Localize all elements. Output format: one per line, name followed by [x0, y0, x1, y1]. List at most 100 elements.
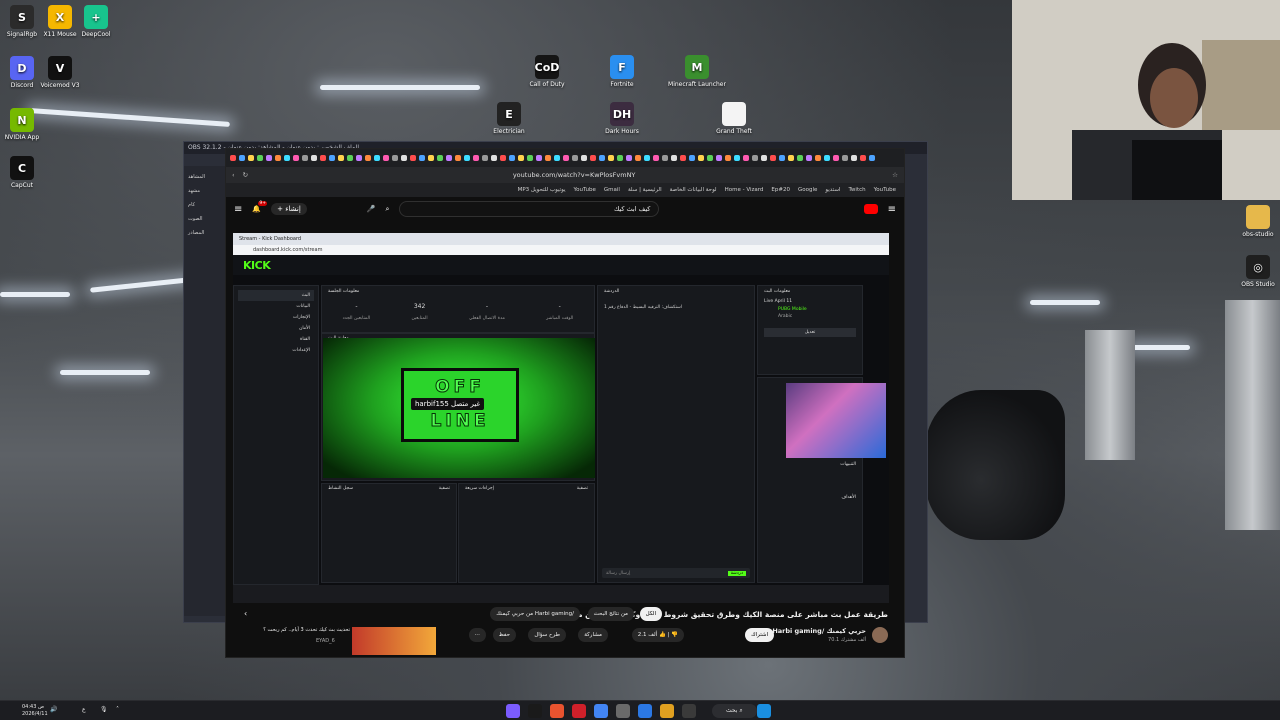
desktop-shortcut[interactable]: DH Dark Hours — [593, 102, 651, 135]
side-menu-item[interactable]: الأهداف — [764, 481, 856, 514]
browser-tab[interactable] — [518, 155, 524, 161]
url-text[interactable]: youtube.com/watch?v=KwPlosFvmNY — [256, 171, 892, 179]
taskbar-app-icon[interactable] — [682, 704, 696, 718]
filter-channel-chip[interactable]: من حربي كيمنك Harbi gaming/ — [490, 607, 580, 621]
browser-tabs[interactable] — [226, 149, 904, 167]
kick-nav-item[interactable]: القناة — [238, 334, 314, 345]
browser-tab[interactable] — [446, 155, 452, 161]
browser-tab[interactable] — [707, 155, 713, 161]
browser-tab[interactable] — [599, 155, 605, 161]
desktop-shortcut[interactable]: CoD Call of Duty — [518, 55, 576, 88]
chat-send-button[interactable]: دردشة — [727, 570, 746, 576]
browser-tab[interactable] — [293, 155, 299, 161]
browser-tab[interactable] — [473, 155, 479, 161]
tray-chevron-icon[interactable]: ˄ — [116, 706, 119, 713]
taskbar-app-icon[interactable] — [528, 704, 542, 718]
browser-tab[interactable] — [644, 155, 650, 161]
taskbar-app-icon[interactable] — [550, 704, 564, 718]
obs-sidebar-item[interactable]: المشاهد — [188, 170, 222, 184]
browser-tab[interactable] — [383, 155, 389, 161]
bookmark-item[interactable]: يوتيوب للتحويل MP3 — [518, 187, 566, 193]
browser-tab[interactable] — [464, 155, 470, 161]
kick-nav-item[interactable]: الأمان — [238, 323, 314, 334]
recommended-title[interactable]: تحديث بث كيك تحدث 3 أيام.. كم ربحت ؟ — [256, 627, 350, 633]
filter-button-2[interactable]: تصفية — [577, 486, 588, 491]
bookmark-item[interactable]: الرئيسية | سلة — [628, 187, 662, 193]
chips-arrow-icon[interactable]: ‹ — [244, 609, 247, 618]
browser-tab[interactable] — [617, 155, 623, 161]
clock-date[interactable]: 2026/4/11 — [22, 711, 48, 717]
bookmark-item[interactable]: Home - Vizard — [725, 187, 764, 193]
browser-tab[interactable] — [248, 155, 254, 161]
obs-sidebar-item[interactable]: المصادر — [188, 226, 222, 240]
browser-tab[interactable] — [815, 155, 821, 161]
browser-tab[interactable] — [437, 155, 443, 161]
browser-tab[interactable] — [374, 155, 380, 161]
browser-tab[interactable] — [698, 155, 704, 161]
browser-tab[interactable] — [761, 155, 767, 161]
browser-tab[interactable] — [545, 155, 551, 161]
kick-nav-item[interactable]: الإنجازات — [238, 312, 314, 323]
taskbar-app-icon[interactable] — [594, 704, 608, 718]
browser-tab[interactable] — [797, 155, 803, 161]
browser-tab[interactable] — [770, 155, 776, 161]
browser-tab[interactable] — [851, 155, 857, 161]
bookmark-item[interactable]: Ep#20 — [771, 187, 790, 193]
browser-tab[interactable] — [752, 155, 758, 161]
channel-name[interactable]: Harbi gaming/ حربي كيمنك — [772, 627, 866, 635]
bookmark-item[interactable]: استديو — [825, 187, 840, 193]
edit-button[interactable]: تعديل — [764, 328, 856, 337]
search-input[interactable]: كيف ابث كيك — [399, 201, 660, 217]
chat-input[interactable]: إرسال رسالة — [606, 571, 630, 576]
recommended-thumbnail[interactable] — [352, 627, 436, 655]
start-icon[interactable] — [757, 704, 771, 718]
browser-tab[interactable] — [833, 155, 839, 161]
browser-tab[interactable] — [716, 155, 722, 161]
browser-tab[interactable] — [356, 155, 362, 161]
obs-sidebar-item[interactable]: الصوت — [188, 212, 222, 226]
create-button[interactable]: + إنشاء — [271, 203, 307, 215]
browser-tab[interactable] — [230, 155, 236, 161]
language-indicator[interactable]: ع — [82, 706, 86, 713]
youtube-logo[interactable] — [863, 204, 878, 214]
browser-tab[interactable] — [410, 155, 416, 161]
desktop-shortcut[interactable]: E Electrician — [480, 102, 538, 135]
kick-nav-item[interactable]: الإعدادات — [238, 345, 314, 356]
desktop-shortcut[interactable]: Grand Theft — [705, 102, 763, 135]
save-button[interactable]: حفظ — [492, 628, 516, 642]
obs-sidebar-item[interactable]: كام — [188, 198, 222, 212]
filter-search-chip[interactable]: من نتائج البحث — [587, 607, 634, 621]
browser-tab[interactable] — [428, 155, 434, 161]
browser-tab[interactable] — [338, 155, 344, 161]
video-player[interactable]: Stream - Kick Dashboard dashboard.kick.c… — [233, 233, 889, 603]
volume-icon[interactable]: 🔊 — [50, 706, 57, 713]
browser-window[interactable]: ‹ ↻ youtube.com/watch?v=KwPlosFvmNY ☆ Yo… — [225, 148, 905, 658]
browser-tab[interactable] — [842, 155, 848, 161]
browser-tab[interactable] — [635, 155, 641, 161]
desktop-shortcut[interactable]: obs-studio — [1229, 205, 1280, 238]
browser-tab[interactable] — [536, 155, 542, 161]
subscribe-button[interactable]: اشتراك — [745, 628, 774, 642]
browser-tab[interactable] — [275, 155, 281, 161]
browser-tab[interactable] — [572, 155, 578, 161]
browser-tab[interactable] — [734, 155, 740, 161]
bookmark-item[interactable]: YouTube — [574, 187, 596, 193]
browser-tab[interactable] — [266, 155, 272, 161]
browser-tab[interactable] — [590, 155, 596, 161]
back-icon[interactable]: ‹ — [232, 171, 235, 179]
browser-tab[interactable] — [689, 155, 695, 161]
obs-sidebar-item[interactable]: مشهد — [188, 184, 222, 198]
search-icon[interactable]: ⌕ — [385, 205, 389, 214]
notifications-icon[interactable]: 🔔 9+ — [252, 201, 268, 213]
browser-tab[interactable] — [608, 155, 614, 161]
like-button[interactable]: 2.1 ألف 👍 | 👎 — [631, 628, 684, 642]
browser-tab[interactable] — [392, 155, 398, 161]
browser-tab[interactable] — [239, 155, 245, 161]
browser-tab[interactable] — [419, 155, 425, 161]
filter-all-chip[interactable]: الكل — [639, 607, 662, 621]
reload-icon[interactable]: ↻ — [243, 171, 248, 179]
desktop-shortcut[interactable]: ◎ OBS Studio — [1229, 255, 1280, 288]
bookmark-item[interactable]: Gmail — [604, 187, 620, 193]
address-bar[interactable]: ‹ ↻ youtube.com/watch?v=KwPlosFvmNY ☆ — [226, 167, 904, 183]
browser-tab[interactable] — [527, 155, 533, 161]
